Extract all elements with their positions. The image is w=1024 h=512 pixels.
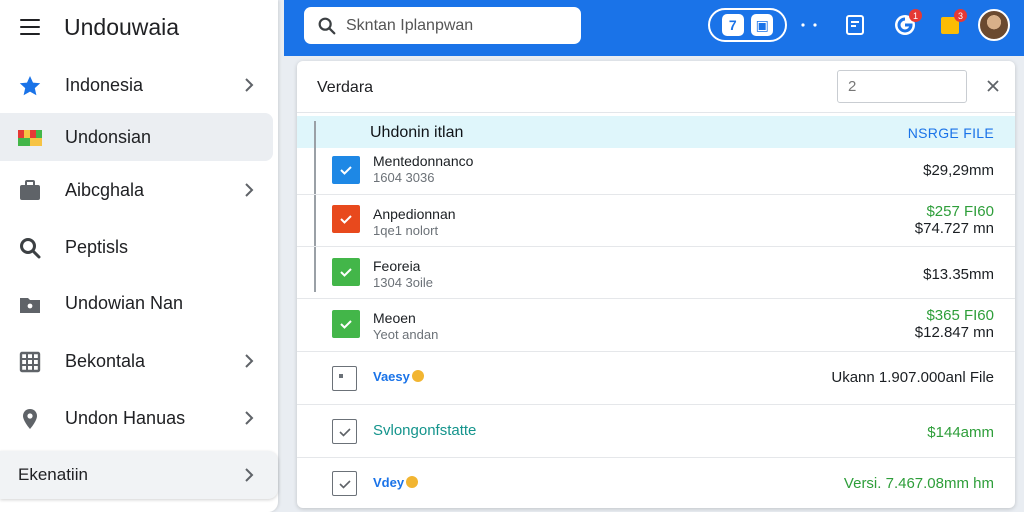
row-name: Vdey (373, 475, 419, 490)
document-icon[interactable] (844, 14, 866, 36)
row-name: Svlongonfstatte (373, 422, 477, 439)
row-checkbox[interactable] (332, 205, 360, 233)
sidebar-item-bekontala[interactable]: Bekontala (0, 337, 278, 385)
table-row[interactable]: Mentedonnanco 1604 3036 $29,29mm (297, 148, 1015, 195)
row-name: Anpedionnan (373, 206, 456, 222)
table-row[interactable]: Vaesy Ukann 1.907.000anl File (297, 352, 1015, 405)
group-title: Uhdonin itlan (370, 124, 464, 141)
notification-badge: 3 (954, 9, 967, 22)
briefcase-icon (20, 180, 40, 200)
group-header: Uhdonin itlan NSRGE FILE (297, 116, 1015, 148)
sidebar-item-label: Bekontala (65, 350, 146, 371)
sidebar-item-aibcghala[interactable]: Aibcghala (0, 166, 278, 214)
chevron-right-icon (245, 78, 254, 92)
chevron-right-icon (245, 411, 254, 425)
table-row[interactable]: Svlongonfstatte $144amm (297, 405, 1015, 458)
view-toggle-button-2[interactable]: ▣ (751, 14, 774, 36)
row-amount: $365 FI60 (926, 307, 994, 324)
square-dot-icon (338, 373, 343, 378)
search-icon (20, 238, 41, 259)
sidebar-item-undonsian[interactable]: Undonsian (0, 113, 273, 161)
sidebar-item-indonesia[interactable]: Indonesia (0, 61, 278, 109)
chevron-right-icon (245, 468, 254, 482)
row-amount: $257 FI60 (926, 203, 994, 220)
panel-title: Verdara (317, 79, 374, 96)
search-icon (318, 17, 336, 34)
table-row[interactable]: Anpedionnan 1qe1 nolort $257 FI60 $74.72… (297, 195, 1015, 247)
panel-header: Verdara (297, 61, 1015, 113)
check-icon (338, 427, 351, 437)
sidebar-item-label: Aibcghala (65, 179, 145, 200)
row-subtitle: 1604 3036 (373, 170, 435, 185)
row-checkbox[interactable] (332, 419, 357, 444)
row-checkbox[interactable] (332, 310, 360, 338)
chevron-right-icon (245, 183, 254, 197)
quantity-input[interactable] (837, 70, 967, 103)
calendar-grid-icon (19, 351, 41, 373)
search-box[interactable] (304, 7, 581, 44)
row-name: Meoen (373, 310, 416, 326)
row-name: Vaesy (373, 369, 424, 384)
sidebar-item-undon-hanuas[interactable]: Undon Hanuas (0, 394, 278, 442)
check-icon (340, 215, 352, 224)
row-checkbox[interactable] (332, 471, 357, 496)
main-panel: Verdara Uhdonin itlan NSRGE FILE Mentedo… (297, 61, 1015, 508)
row-checkbox[interactable] (332, 366, 357, 391)
settings-label: Ekenatiin (18, 465, 88, 484)
star-icon (19, 76, 41, 96)
google-account-icon[interactable]: 1 (894, 9, 922, 36)
row-amount: $29,29mm (923, 162, 994, 179)
row-amount: Ukann 1.907.000anl File (831, 369, 994, 386)
merge-file-link[interactable]: NSRGE FILE (908, 125, 994, 141)
table-row[interactable]: Feoreia 1304 3oile $13.35mm (297, 247, 1015, 299)
emoji-icon (406, 476, 419, 488)
check-icon (338, 479, 351, 489)
row-amount: $144amm (927, 424, 994, 441)
user-avatar[interactable] (978, 9, 1010, 41)
sidebar-item-label: Undon Hanuas (65, 407, 186, 428)
row-name: Mentedonnanco (373, 153, 474, 169)
view-toggle-group: 7 ▣ (708, 8, 787, 42)
sidebar: Undouwaia Indonesia Undonsian Aibcghala … (0, 0, 278, 512)
sidebar-item-label: Undowian Nan (65, 292, 184, 313)
row-amount: $13.35mm (923, 266, 994, 283)
row-name: Feoreia (373, 258, 421, 274)
row-amount: Versi. 7.467.08mm hm (843, 475, 994, 492)
table-row[interactable]: Meoen Yeot andan $365 FI60 $12.847 mn (297, 299, 1015, 352)
check-icon (340, 320, 352, 329)
close-icon[interactable] (986, 79, 1000, 93)
flag-icon (18, 130, 42, 146)
row-checkbox[interactable] (332, 156, 360, 184)
check-icon (340, 166, 352, 175)
sidebar-settings-item[interactable]: Ekenatiin (0, 451, 278, 499)
row-checkbox[interactable] (332, 258, 360, 286)
app-header: Undouwaia (0, 0, 278, 56)
sidebar-item-undowian-nan[interactable]: Undowian Nan (0, 279, 278, 327)
folder-icon (20, 298, 40, 313)
row-amount-secondary: $12.847 mn (914, 324, 994, 341)
more-options-icon[interactable] (798, 14, 820, 36)
sidebar-item-peptisls[interactable]: Peptisls (0, 223, 278, 271)
row-amount-secondary: $74.727 mn (914, 220, 994, 237)
search-input[interactable] (346, 16, 566, 35)
sidebar-item-label: Peptisls (65, 236, 129, 257)
sidebar-item-label: Indonesia (65, 74, 144, 95)
row-subtitle: 1304 3oile (373, 275, 433, 290)
emoji-icon (411, 370, 424, 382)
notification-badge: 1 (909, 9, 922, 22)
sidebar-item-label: Undonsian (65, 126, 152, 147)
check-icon (340, 268, 352, 277)
hamburger-menu-icon[interactable] (20, 19, 40, 35)
notes-icon[interactable]: 3 (939, 9, 967, 36)
location-pin-icon (23, 409, 37, 429)
row-subtitle: Yeot andan (373, 327, 439, 342)
top-bar: 7 ▣ 1 3 (284, 0, 1024, 56)
view-toggle-button-1[interactable]: 7 (721, 14, 744, 36)
chevron-right-icon (245, 354, 254, 368)
row-subtitle: 1qe1 nolort (373, 223, 439, 238)
app-title: Undouwaia (64, 14, 180, 40)
table-row[interactable]: Vdey Versi. 7.467.08mm hm (297, 458, 1015, 508)
